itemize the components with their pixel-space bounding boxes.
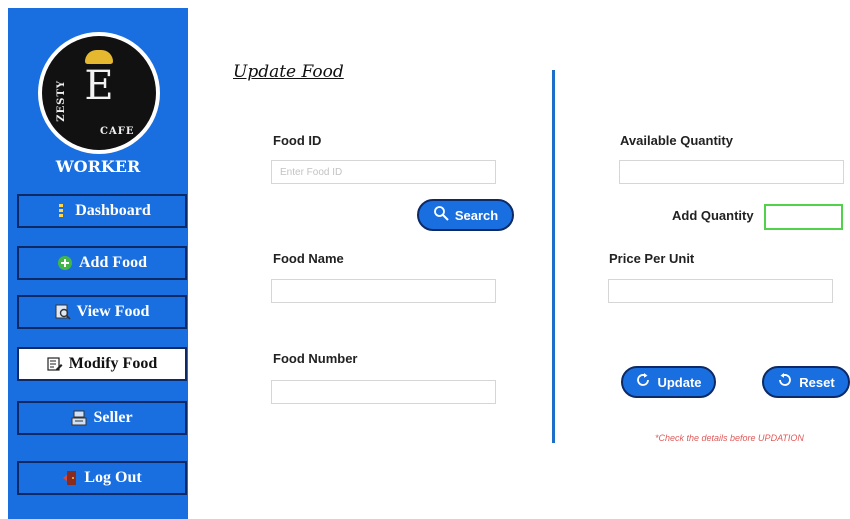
vertical-divider [552,70,555,443]
add-quantity-label: Add Quantity [672,208,754,223]
sidebar-item-view-food[interactable]: View Food [17,295,187,329]
add-quantity-input[interactable] [764,204,843,230]
zesty-cafe-logo: E ZESTY CAFE [38,32,160,154]
sidebar-item-add-food[interactable]: Add Food [17,246,187,280]
sidebar-item-label: View Food [76,303,150,320]
reset-button-label: Reset [799,374,835,390]
role-label: WORKER [55,157,141,176]
available-quantity-input[interactable] [619,160,844,184]
burger-icon [85,50,113,64]
food-number-label: Food Number [273,351,358,366]
sidebar: E ZESTY CAFE WORKER Dashboard Add Food V… [8,8,188,519]
warning-note: *Check the details before UPDATION [655,433,804,443]
page-title: Update Food [233,62,344,82]
update-button[interactable]: Update [621,366,716,398]
food-id-input[interactable] [271,160,496,184]
sidebar-item-log-out[interactable]: Log Out [17,461,187,495]
search-button-label: Search [454,207,499,223]
food-name-input[interactable] [271,279,496,303]
plus-circle-icon [57,255,73,271]
sidebar-item-label: Dashboard [75,202,151,219]
sidebar-item-label: Seller [93,409,133,426]
sidebar-item-seller[interactable]: Seller [17,401,187,435]
dashboard-icon [53,203,69,219]
sidebar-item-modify-food[interactable]: Modify Food [17,347,187,381]
search-icon [433,205,449,225]
reset-button[interactable]: Reset [762,366,850,398]
cash-register-icon [71,410,87,426]
price-per-unit-label: Price Per Unit [609,251,695,266]
sidebar-item-dashboard[interactable]: Dashboard [17,194,187,228]
sidebar-item-label: Log Out [84,469,142,486]
sidebar-item-label: Modify Food [68,355,158,372]
reset-icon [777,372,793,392]
exit-door-icon [62,470,78,486]
refresh-icon [635,372,651,392]
magnifier-document-icon [55,304,71,320]
logo-brand-text: ZESTY [56,80,67,122]
search-button[interactable]: Search [417,199,514,231]
sidebar-item-label: Add Food [78,254,148,271]
price-per-unit-input[interactable] [608,279,833,303]
update-button-label: Update [657,374,702,390]
food-number-input[interactable] [271,380,496,404]
food-id-label: Food ID [273,133,322,148]
food-name-label: Food Name [273,251,344,266]
available-quantity-label: Available Quantity [620,133,733,148]
edit-document-icon [47,356,63,372]
